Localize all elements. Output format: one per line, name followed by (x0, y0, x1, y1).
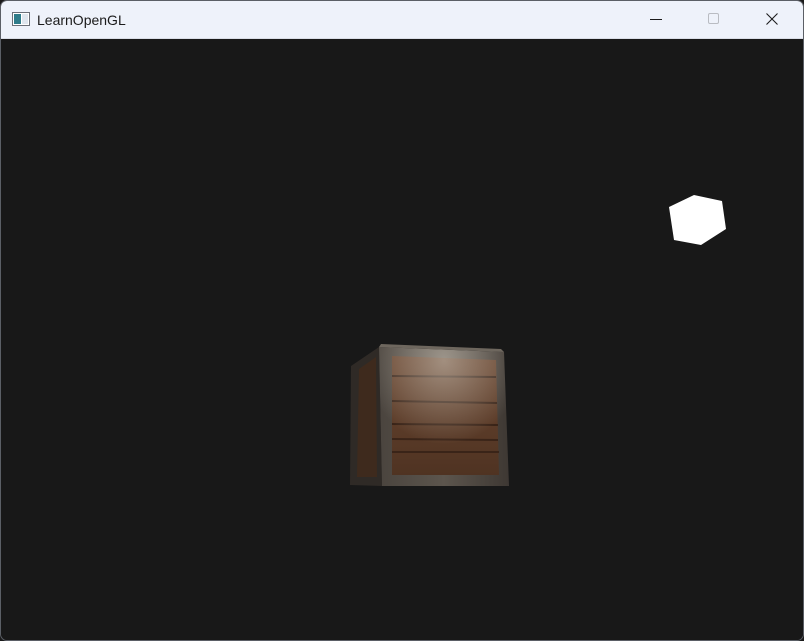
opengl-viewport[interactable] (1, 39, 803, 640)
window-title: LearnOpenGL (37, 12, 126, 28)
minimize-icon (650, 19, 662, 20)
title-bar[interactable]: LearnOpenGL (1, 1, 803, 39)
maximize-button[interactable] (685, 1, 743, 38)
render-scene (350, 195, 726, 486)
app-window: LearnOpenGL (0, 0, 804, 641)
app-icon (12, 12, 30, 26)
maximize-icon (708, 13, 719, 24)
close-button[interactable] (743, 1, 801, 38)
minimize-button[interactable] (627, 1, 685, 38)
light-cube (669, 195, 726, 245)
close-icon (766, 13, 778, 25)
wooden-crate (350, 344, 509, 486)
